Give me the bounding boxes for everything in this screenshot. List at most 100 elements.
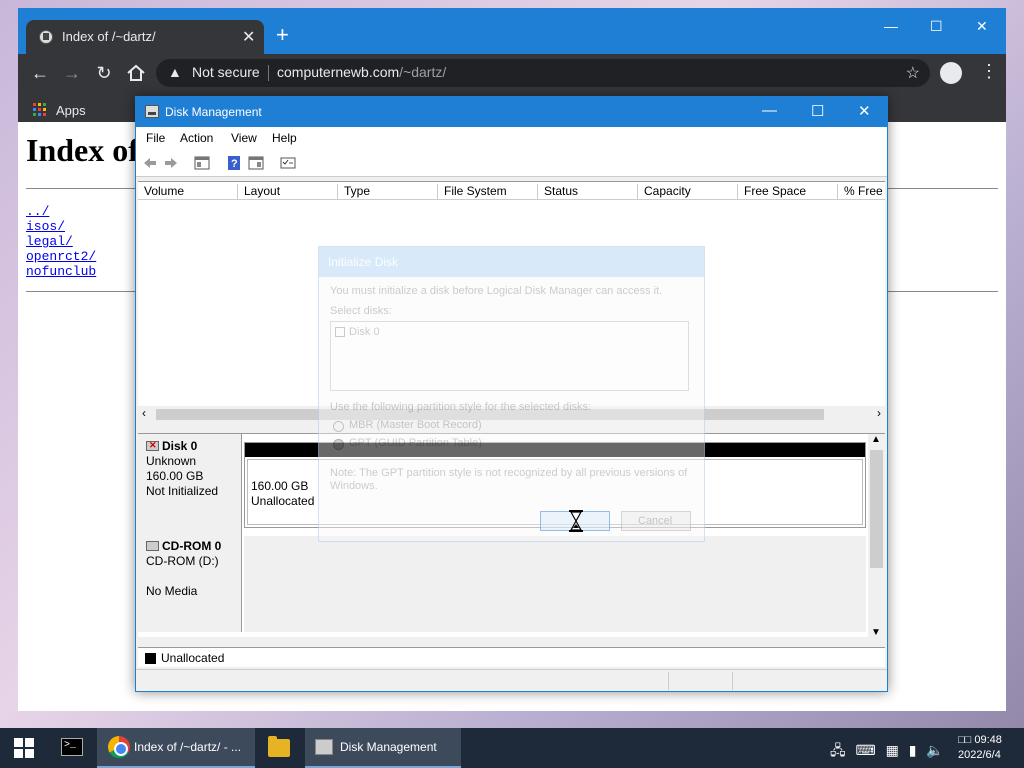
toolbar: ? bbox=[136, 149, 887, 177]
dir-link-openrct2[interactable]: openrct2/ bbox=[26, 249, 96, 264]
status-divider bbox=[732, 672, 733, 690]
col-capacity[interactable]: Capacity bbox=[637, 184, 691, 201]
disk-select-list[interactable]: Disk 0 bbox=[330, 321, 689, 391]
browser-close-button[interactable]: ✕ bbox=[976, 18, 988, 35]
scroll-left-icon[interactable]: ‹ bbox=[142, 406, 146, 420]
disk-management-icon bbox=[315, 739, 333, 755]
tab-title: Index of /~dartz/ bbox=[62, 29, 156, 44]
volume-list-header: Volume Layout Type File System Status Ca… bbox=[138, 181, 885, 201]
dir-link-nofunclub[interactable]: nofunclub bbox=[26, 264, 96, 279]
dir-link-isos[interactable]: isos/ bbox=[26, 219, 96, 234]
col-status[interactable]: Status bbox=[537, 184, 578, 201]
col-file-system[interactable]: File System bbox=[437, 184, 507, 201]
gpt-option-label[interactable]: GPT (GUID Partition Table) bbox=[349, 437, 482, 449]
usb-icon[interactable]: ▮ bbox=[909, 742, 917, 758]
volume-muted-icon[interactable]: 🔈 bbox=[926, 742, 943, 758]
directory-listing: ../ isos/ legal/ openrct2/ nofunclub bbox=[26, 204, 96, 279]
browser-maximize-button[interactable]: ☐ bbox=[930, 18, 943, 35]
col-volume[interactable]: Volume bbox=[138, 184, 184, 201]
menu-file[interactable]: File bbox=[146, 131, 165, 145]
cancel-button[interactable]: Cancel bbox=[621, 511, 691, 531]
cdrom-0-state: No Media bbox=[146, 584, 198, 598]
profile-avatar-icon[interactable] bbox=[940, 62, 962, 84]
bookmark-apps[interactable]: Apps bbox=[56, 103, 86, 118]
back-arrow-icon[interactable]: ← bbox=[29, 62, 51, 84]
kebab-menu-icon[interactable]: ⋮ bbox=[980, 61, 998, 82]
browser-toolbar: ← → ↻ ▲ Not secure computernewb.com/~dar… bbox=[18, 54, 1006, 92]
new-tab-button[interactable]: + bbox=[276, 24, 289, 46]
taskbar-disk-management[interactable]: Disk Management bbox=[305, 728, 461, 768]
warning-icon[interactable]: ▲ bbox=[168, 64, 182, 80]
menu-help[interactable]: Help bbox=[272, 131, 297, 145]
show-pane-icon[interactable] bbox=[248, 155, 264, 171]
browser-minimize-button[interactable]: — bbox=[884, 18, 898, 34]
gpt-radio[interactable] bbox=[333, 439, 344, 450]
dialog-title: Initialize Disk bbox=[328, 255, 399, 269]
mbr-radio[interactable] bbox=[333, 421, 344, 432]
menu-action[interactable]: Action bbox=[180, 131, 213, 145]
properties-icon[interactable] bbox=[280, 155, 296, 171]
dialog-message: You must initialize a disk before Logica… bbox=[330, 285, 663, 297]
col-percent-free[interactable]: % Free bbox=[837, 184, 883, 201]
taskbar-cmd[interactable]: >_ bbox=[50, 728, 94, 768]
clock[interactable]: □□ 09:48 2022/6/4 bbox=[958, 733, 1002, 763]
scroll-right-icon[interactable]: › bbox=[877, 406, 881, 420]
scroll-up-icon[interactable]: ▲ bbox=[871, 434, 881, 445]
display-icon[interactable]: ▦ bbox=[886, 742, 899, 758]
back-icon[interactable] bbox=[142, 155, 158, 171]
windows-start-icon[interactable] bbox=[14, 738, 35, 759]
system-tray: 🖧 ⌨ ▦ ▮ 🔈 bbox=[830, 740, 944, 764]
bookmark-star-icon[interactable]: ☆ bbox=[906, 63, 920, 83]
vscroll-thumb[interactable] bbox=[870, 450, 883, 568]
disk-0-item[interactable]: Disk 0 bbox=[349, 326, 380, 338]
taskbar: >_ Index of /~dartz/ - ... Disk Manageme… bbox=[0, 728, 1024, 768]
clock-time: 09:48 bbox=[974, 734, 1002, 746]
dm-maximize-button[interactable]: ☐ bbox=[811, 102, 824, 120]
cdrom-0-label[interactable]: CD-ROM 0 CD-ROM (D:) No Media bbox=[138, 534, 242, 632]
disk-0-size: 160.00 GB bbox=[146, 469, 204, 483]
help-icon[interactable]: ? bbox=[226, 155, 242, 171]
url-text[interactable]: computernewb.com/~dartz/ bbox=[277, 64, 446, 80]
cdrom-icon bbox=[146, 541, 159, 551]
disk-0-state: Not Initialized bbox=[146, 484, 219, 498]
menu-view[interactable]: View bbox=[231, 131, 257, 145]
apps-grid-icon[interactable] bbox=[33, 103, 47, 117]
cdrom-0-area bbox=[244, 536, 866, 632]
mbr-option-label[interactable]: MBR (Master Boot Record) bbox=[349, 419, 482, 431]
clock-prefix: □□ bbox=[958, 734, 972, 746]
hourglass-cursor-icon bbox=[569, 510, 583, 532]
col-free-space[interactable]: Free Space bbox=[737, 184, 806, 201]
select-disks-label: Select disks: bbox=[330, 305, 392, 317]
security-label[interactable]: Not secure bbox=[192, 64, 260, 80]
reload-icon[interactable]: ↻ bbox=[93, 62, 115, 84]
taskbar-explorer[interactable] bbox=[258, 728, 302, 768]
col-type[interactable]: Type bbox=[337, 184, 370, 201]
browser-tab[interactable]: Index of /~dartz/ ✕ bbox=[26, 20, 264, 54]
keyboard-icon[interactable]: ⌨ bbox=[856, 742, 876, 758]
status-divider bbox=[668, 672, 669, 690]
tab-close-icon[interactable]: ✕ bbox=[242, 27, 255, 47]
dm-minimize-button[interactable]: — bbox=[762, 102, 777, 119]
svg-text:?: ? bbox=[231, 158, 238, 170]
disk-management-app-icon bbox=[145, 105, 159, 118]
dir-link-parent[interactable]: ../ bbox=[26, 204, 96, 219]
disk-management-titlebar[interactable]: Disk Management — ☐ ✕ bbox=[136, 97, 887, 127]
dir-link-legal[interactable]: legal/ bbox=[26, 234, 96, 249]
home-icon[interactable] bbox=[125, 62, 147, 84]
forward-icon[interactable] bbox=[163, 155, 179, 171]
page-heading: Index of bbox=[26, 132, 139, 168]
console-tree-icon[interactable] bbox=[194, 155, 210, 171]
taskbar-chrome[interactable]: Index of /~dartz/ - ... bbox=[97, 728, 255, 768]
address-separator bbox=[268, 65, 269, 81]
disk-0-checkbox[interactable] bbox=[335, 327, 345, 337]
scroll-down-icon[interactable]: ▼ bbox=[871, 627, 881, 638]
disk-view-vscrollbar[interactable]: ▲ ▼ bbox=[868, 434, 885, 638]
col-layout[interactable]: Layout bbox=[237, 184, 280, 201]
forward-arrow-icon[interactable]: → bbox=[61, 62, 83, 84]
dialog-titlebar[interactable]: Initialize Disk bbox=[319, 247, 704, 277]
dm-close-button[interactable]: ✕ bbox=[858, 102, 871, 120]
disk-0-label[interactable]: Disk 0 Unknown 160.00 GB Not Initialized bbox=[138, 434, 242, 534]
address-bar[interactable]: ▲ Not secure computernewb.com/~dartz/ ☆ bbox=[156, 59, 930, 87]
disk-0-name: Disk 0 bbox=[162, 439, 198, 453]
network-icon[interactable]: 🖧 bbox=[830, 742, 846, 758]
